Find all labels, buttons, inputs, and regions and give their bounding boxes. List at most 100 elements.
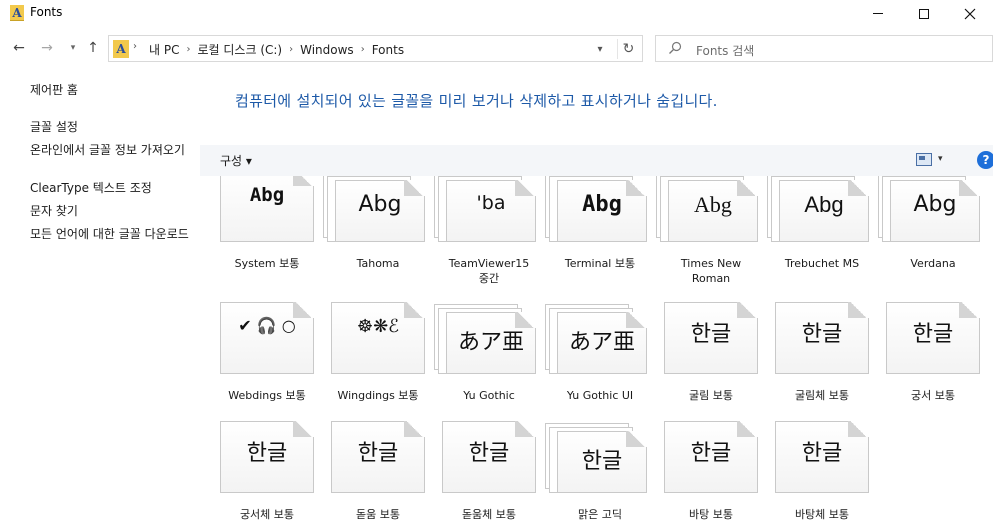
- maximize-button[interactable]: [901, 0, 947, 27]
- address-bar[interactable]: A › 내 PC › 로컬 디스크 (C:) › Windows › Fonts…: [108, 35, 643, 62]
- font-tile[interactable]: あア亜 Yu Gothic: [422, 302, 536, 422]
- font-sample-preview: Abg: [358, 192, 402, 217]
- font-name-label: Terminal 보통: [564, 257, 636, 270]
- search-icon: [669, 41, 682, 54]
- font-name-label: Tahoma: [356, 257, 400, 270]
- breadcrumb-windows[interactable]: Windows: [300, 43, 354, 57]
- font-tile[interactable]: Abg Terminal 보통: [533, 176, 647, 290]
- font-tile[interactable]: Abg Times New Roman: [644, 176, 758, 290]
- font-sample-preview: 한글: [246, 441, 288, 466]
- font-name-label: Yu Gothic: [463, 389, 515, 402]
- breadcrumb-fonts[interactable]: Fonts: [372, 43, 404, 57]
- get-font-info-online-link[interactable]: 온라인에서 글꼴 정보 가져오기: [30, 143, 195, 158]
- font-name-label: Wingdings 보통: [337, 389, 419, 402]
- font-tile[interactable]: 한글굴림 보통: [644, 302, 758, 422]
- find-character-link[interactable]: 문자 찾기: [30, 204, 195, 219]
- search-input[interactable]: Fonts 검색: [655, 35, 993, 62]
- chevron-right-icon[interactable]: ›: [361, 44, 365, 55]
- adjust-cleartype-link[interactable]: ClearType 텍스트 조정: [30, 181, 195, 196]
- font-sample-preview: 'ba: [476, 192, 506, 214]
- font-name-label: TeamViewer15 중간: [448, 257, 530, 285]
- font-name-label: Webdings 보통: [228, 389, 306, 402]
- font-tile[interactable]: Abg System 보통: [200, 176, 314, 290]
- close-icon: [964, 8, 976, 19]
- address-dropdown-button[interactable]: ▾: [589, 39, 611, 59]
- font-sample-preview: ✔ 🎧 ○: [238, 316, 296, 335]
- font-grid: Abg System 보통 Abg Tahoma'ba TeamViewer15 중간 A…: [200, 176, 993, 532]
- download-all-language-fonts-link[interactable]: 모든 언어에 대한 글꼴 다운로드: [30, 227, 195, 242]
- font-name-label: 돋움체 보통: [461, 508, 517, 521]
- font-name-label: Verdana: [910, 257, 956, 270]
- refresh-button[interactable]: ↻: [617, 39, 639, 59]
- page-heading: 컴퓨터에 설치되어 있는 글꼴을 미리 보거나 삭제하고 표시하거나 숨깁니다.: [235, 92, 718, 110]
- font-sample-preview: Abg: [913, 192, 957, 217]
- font-name-label: 굴림 보통: [689, 389, 733, 402]
- font-tile[interactable]: 한글바탕 보통: [644, 421, 758, 532]
- close-button[interactable]: [947, 0, 993, 27]
- font-sample-preview: 한글: [690, 441, 732, 466]
- search-placeholder: Fonts 검색: [696, 44, 755, 58]
- up-button[interactable]: ↑: [84, 39, 102, 57]
- font-name-label: Yu Gothic UI: [566, 389, 634, 402]
- font-name-label: 궁서체 보통: [239, 508, 295, 521]
- window-title: Fonts: [30, 5, 63, 19]
- chevron-right-icon[interactable]: ›: [289, 44, 293, 55]
- breadcrumb-this-pc[interactable]: 내 PC: [149, 41, 179, 58]
- font-sample-preview: ☸❋ℰ: [356, 316, 400, 337]
- font-name-label: Trebuchet MS: [784, 257, 860, 270]
- title-bar: A Fonts: [0, 0, 993, 27]
- font-name-label: 바탕체 보통: [794, 508, 850, 521]
- font-tile[interactable]: 한글돋움체 보통: [422, 421, 536, 532]
- font-sample-preview: あア亜: [568, 330, 635, 355]
- font-name-label: System 보통: [234, 257, 300, 270]
- breadcrumb-local-disk[interactable]: 로컬 디스크 (C:): [197, 41, 282, 58]
- font-tile[interactable]: 한글궁서체 보통: [200, 421, 314, 532]
- navigation-bar: ← → ▾ ↑ A › 내 PC › 로컬 디스크 (C:) › Windows…: [0, 33, 993, 63]
- font-tile[interactable]: 한글굴림체 보통: [755, 302, 869, 422]
- font-name-label: Times New Roman: [680, 257, 742, 285]
- font-sample-preview: 한글: [801, 322, 843, 347]
- minimize-icon: [873, 13, 883, 14]
- font-sample-preview: Abg: [804, 192, 844, 217]
- font-sample-preview: 한글: [581, 449, 623, 474]
- font-tile[interactable]: ☸❋ℰ Wingdings 보통: [311, 302, 425, 422]
- chevron-right-icon[interactable]: ›: [186, 44, 190, 55]
- fonts-folder-icon: A: [113, 40, 129, 58]
- font-settings-link[interactable]: 글꼴 설정: [30, 120, 195, 135]
- font-tile[interactable]: ✔ 🎧 ○ Webdings 보통: [200, 302, 314, 422]
- font-tile[interactable]: あア亜 Yu Gothic UI: [533, 302, 647, 422]
- recent-locations-button[interactable]: ▾: [64, 39, 82, 57]
- chevron-right-icon[interactable]: ›: [133, 41, 137, 52]
- font-tile[interactable]: 한글궁서 보통: [866, 302, 980, 422]
- view-dropdown-button[interactable]: ▾: [938, 154, 943, 164]
- font-tile[interactable]: 한글 돋움 보통: [311, 421, 425, 532]
- font-name-label: 돋움 보통: [356, 508, 400, 521]
- font-tile[interactable]: 한글바탕체 보통: [755, 421, 869, 532]
- font-sample-preview: Abg: [694, 192, 732, 217]
- minimize-button[interactable]: [855, 0, 901, 27]
- font-name-label: 궁서 보통: [911, 389, 955, 402]
- breadcrumb: 내 PC › 로컬 디스크 (C:) › Windows › Fonts: [149, 41, 404, 58]
- font-sample-preview: Abg: [249, 184, 285, 206]
- font-sample-preview: 한글: [468, 441, 510, 466]
- left-task-pane: 제어판 홈 글꼴 설정 온라인에서 글꼴 정보 가져오기 ClearType 텍…: [0, 75, 200, 532]
- font-tile[interactable]: 'ba TeamViewer15 중간: [422, 176, 536, 290]
- help-button[interactable]: ?: [977, 151, 993, 169]
- font-sample-preview: 한글: [690, 322, 732, 347]
- font-tile[interactable]: Abg Trebuchet MS: [755, 176, 869, 290]
- font-sample-preview: Abg: [582, 192, 622, 217]
- font-name-label: 바탕 보통: [689, 508, 733, 521]
- control-panel-home-link[interactable]: 제어판 홈: [30, 83, 195, 98]
- font-sample-preview: 한글: [912, 322, 954, 347]
- back-button[interactable]: ←: [10, 39, 28, 57]
- forward-button[interactable]: →: [38, 39, 56, 57]
- view-options-icon[interactable]: [916, 153, 932, 166]
- font-tile[interactable]: Abg Verdana: [866, 176, 980, 290]
- font-tile[interactable]: 한글맑은 고딕: [533, 421, 647, 532]
- fonts-folder-icon: A: [10, 5, 24, 21]
- font-tile[interactable]: Abg Tahoma: [311, 176, 425, 290]
- organize-button[interactable]: 구성 ▾: [220, 152, 252, 169]
- font-sample-preview: 한글: [801, 441, 843, 466]
- font-name-label: 맑은 고딕: [578, 508, 622, 521]
- font-name-label: 굴림체 보통: [794, 389, 850, 402]
